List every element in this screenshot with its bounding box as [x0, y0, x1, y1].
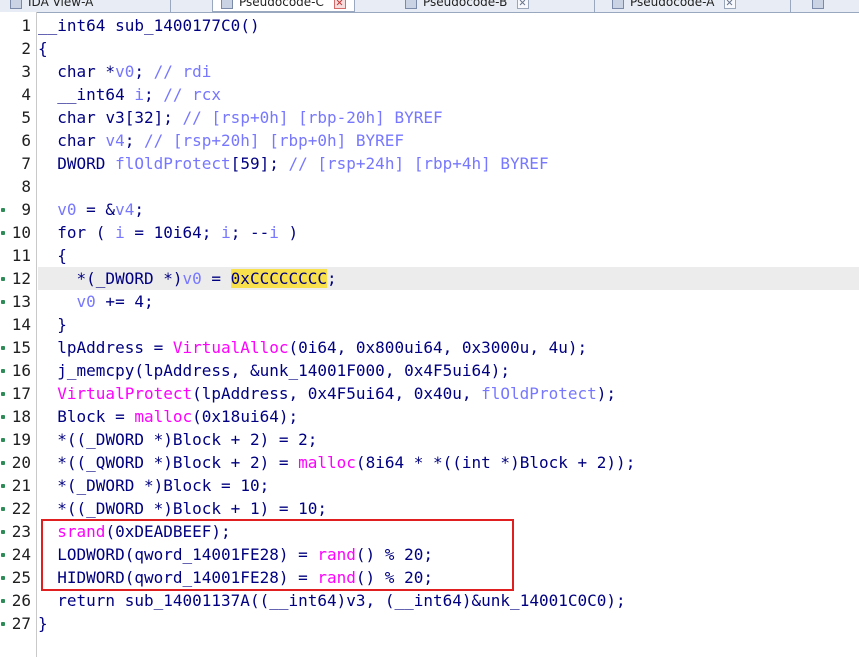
line-number: 5	[21, 108, 31, 127]
line-number: 11	[11, 246, 31, 265]
line-number: 12	[11, 269, 31, 288]
pseudocode-icon	[405, 0, 417, 9]
breakpoint-marker-icon[interactable]	[1, 438, 5, 442]
code-line[interactable]: v0 = &v4;	[38, 198, 859, 221]
code-line[interactable]: {	[38, 244, 859, 267]
line-number: 19	[11, 430, 31, 449]
line-number: 16	[11, 361, 31, 380]
tab-ida-view-a[interactable]: IDA View-A	[10, 0, 93, 11]
tab-pseudocode-a[interactable]: Pseudocode-A	[612, 0, 737, 11]
tab-label: Pseudocode-C	[239, 0, 324, 9]
line-number: 1	[21, 16, 31, 35]
annotation-box	[41, 519, 514, 591]
code-line[interactable]: *(_DWORD *)v0 = 0xCCCCCCCC;	[38, 267, 859, 290]
pseudocode-icon	[612, 0, 624, 9]
line-number: 18	[11, 407, 31, 426]
tab-bar: IDA View-A Pseudocode-C Pseudocode-B Pse…	[0, 0, 859, 13]
breakpoint-marker-icon[interactable]	[1, 346, 5, 350]
code-line[interactable]: for ( i = 10i64; i; --i )	[38, 221, 859, 244]
line-number: 24	[11, 545, 31, 564]
code-line[interactable]: char v4; // [rsp+20h] [rbp+0h] BYREF	[38, 129, 859, 152]
breakpoint-marker-icon[interactable]	[1, 599, 5, 603]
disassembly-icon	[10, 0, 22, 9]
line-number: 8	[21, 177, 31, 196]
code-line[interactable]: *((_QWORD *)Block + 2) = malloc(8i64 * *…	[38, 451, 859, 474]
code-line[interactable]: *((_DWORD *)Block + 2) = 2;	[38, 428, 859, 451]
breakpoint-marker-icon[interactable]	[1, 415, 5, 419]
breakpoint-marker-icon[interactable]	[1, 530, 5, 534]
code-line[interactable]: j_memcpy(lpAddress, &unk_14001F000, 0x4F…	[38, 359, 859, 382]
line-number: 3	[21, 62, 31, 81]
code-line[interactable]: }	[38, 612, 859, 635]
code-line[interactable]: VirtualProtect(lpAddress, 0x4F5ui64, 0x4…	[38, 382, 859, 405]
breakpoint-marker-icon[interactable]	[1, 576, 5, 580]
code-line[interactable]: v0 += 4;	[38, 290, 859, 313]
tab-pseudocode-b[interactable]: Pseudocode-B	[405, 0, 530, 11]
breakpoint-marker-icon[interactable]	[1, 208, 5, 212]
line-number: 27	[11, 614, 31, 633]
breakpoint-marker-icon[interactable]	[1, 392, 5, 396]
breakpoint-marker-icon[interactable]	[1, 231, 5, 235]
code-line[interactable]: }	[38, 313, 859, 336]
breakpoint-marker-icon[interactable]	[1, 461, 5, 465]
tab-overflow[interactable]	[812, 0, 830, 11]
line-number-gutter: 1 2 3 4 5 6 7 8 9 10 11 12 13 14 15 16 17 18 19 20 21 22 23 24 2…	[0, 12, 37, 657]
breakpoint-marker-icon[interactable]	[1, 300, 5, 304]
code-line[interactable]: return sub_14001137A((__int64)v3, (__int…	[38, 589, 859, 612]
line-number: 10	[11, 223, 31, 242]
line-number: 15	[11, 338, 31, 357]
breakpoint-marker-icon[interactable]	[1, 369, 5, 373]
line-number: 4	[21, 85, 31, 104]
close-icon[interactable]	[517, 0, 530, 9]
pseudocode-icon	[812, 0, 824, 9]
code-line[interactable]: char *v0; // rdi	[38, 60, 859, 83]
code-line[interactable]	[38, 175, 859, 198]
line-number: 26	[11, 591, 31, 610]
code-line[interactable]: __int64 sub_1400177C0()	[38, 14, 859, 37]
code-line[interactable]: {	[38, 37, 859, 60]
line-number: 2	[21, 39, 31, 58]
code-line[interactable]: *(_DWORD *)Block = 10;	[38, 474, 859, 497]
pseudocode-icon	[221, 0, 233, 9]
close-icon[interactable]	[724, 0, 737, 9]
code-line[interactable]: Block = malloc(0x18ui64);	[38, 405, 859, 428]
code-line[interactable]: DWORD flOldProtect[59]; // [rsp+24h] [rb…	[38, 152, 859, 175]
line-number: 7	[21, 154, 31, 173]
close-icon[interactable]	[333, 0, 346, 9]
code-line[interactable]: char v3[32]; // [rsp+0h] [rbp-20h] BYREF	[38, 106, 859, 129]
tab-label: Pseudocode-A	[630, 0, 715, 9]
code-line[interactable]: lpAddress = VirtualAlloc(0i64, 0x800ui64…	[38, 336, 859, 359]
breakpoint-marker-icon[interactable]	[1, 553, 5, 557]
line-number: 21	[11, 476, 31, 495]
line-number: 17	[11, 384, 31, 403]
code-line[interactable]: __int64 i; // rcx	[38, 83, 859, 106]
line-number: 6	[21, 131, 31, 150]
line-number: 23	[11, 522, 31, 541]
breakpoint-marker-icon[interactable]	[1, 484, 5, 488]
tab-label: IDA View-A	[28, 0, 94, 9]
tab-label: Pseudocode-B	[423, 0, 508, 9]
tab-pseudocode-c[interactable]: Pseudocode-C	[212, 0, 355, 12]
line-number: 20	[11, 453, 31, 472]
line-number: 14	[11, 315, 31, 334]
code-line[interactable]: *((_DWORD *)Block + 1) = 10;	[38, 497, 859, 520]
breakpoint-marker-icon[interactable]	[1, 277, 5, 281]
line-number: 13	[11, 292, 31, 311]
breakpoint-marker-icon[interactable]	[1, 507, 5, 511]
line-number: 9	[21, 200, 31, 219]
line-number: 22	[11, 499, 31, 518]
line-number: 25	[11, 568, 31, 587]
breakpoint-marker-icon[interactable]	[1, 622, 5, 626]
